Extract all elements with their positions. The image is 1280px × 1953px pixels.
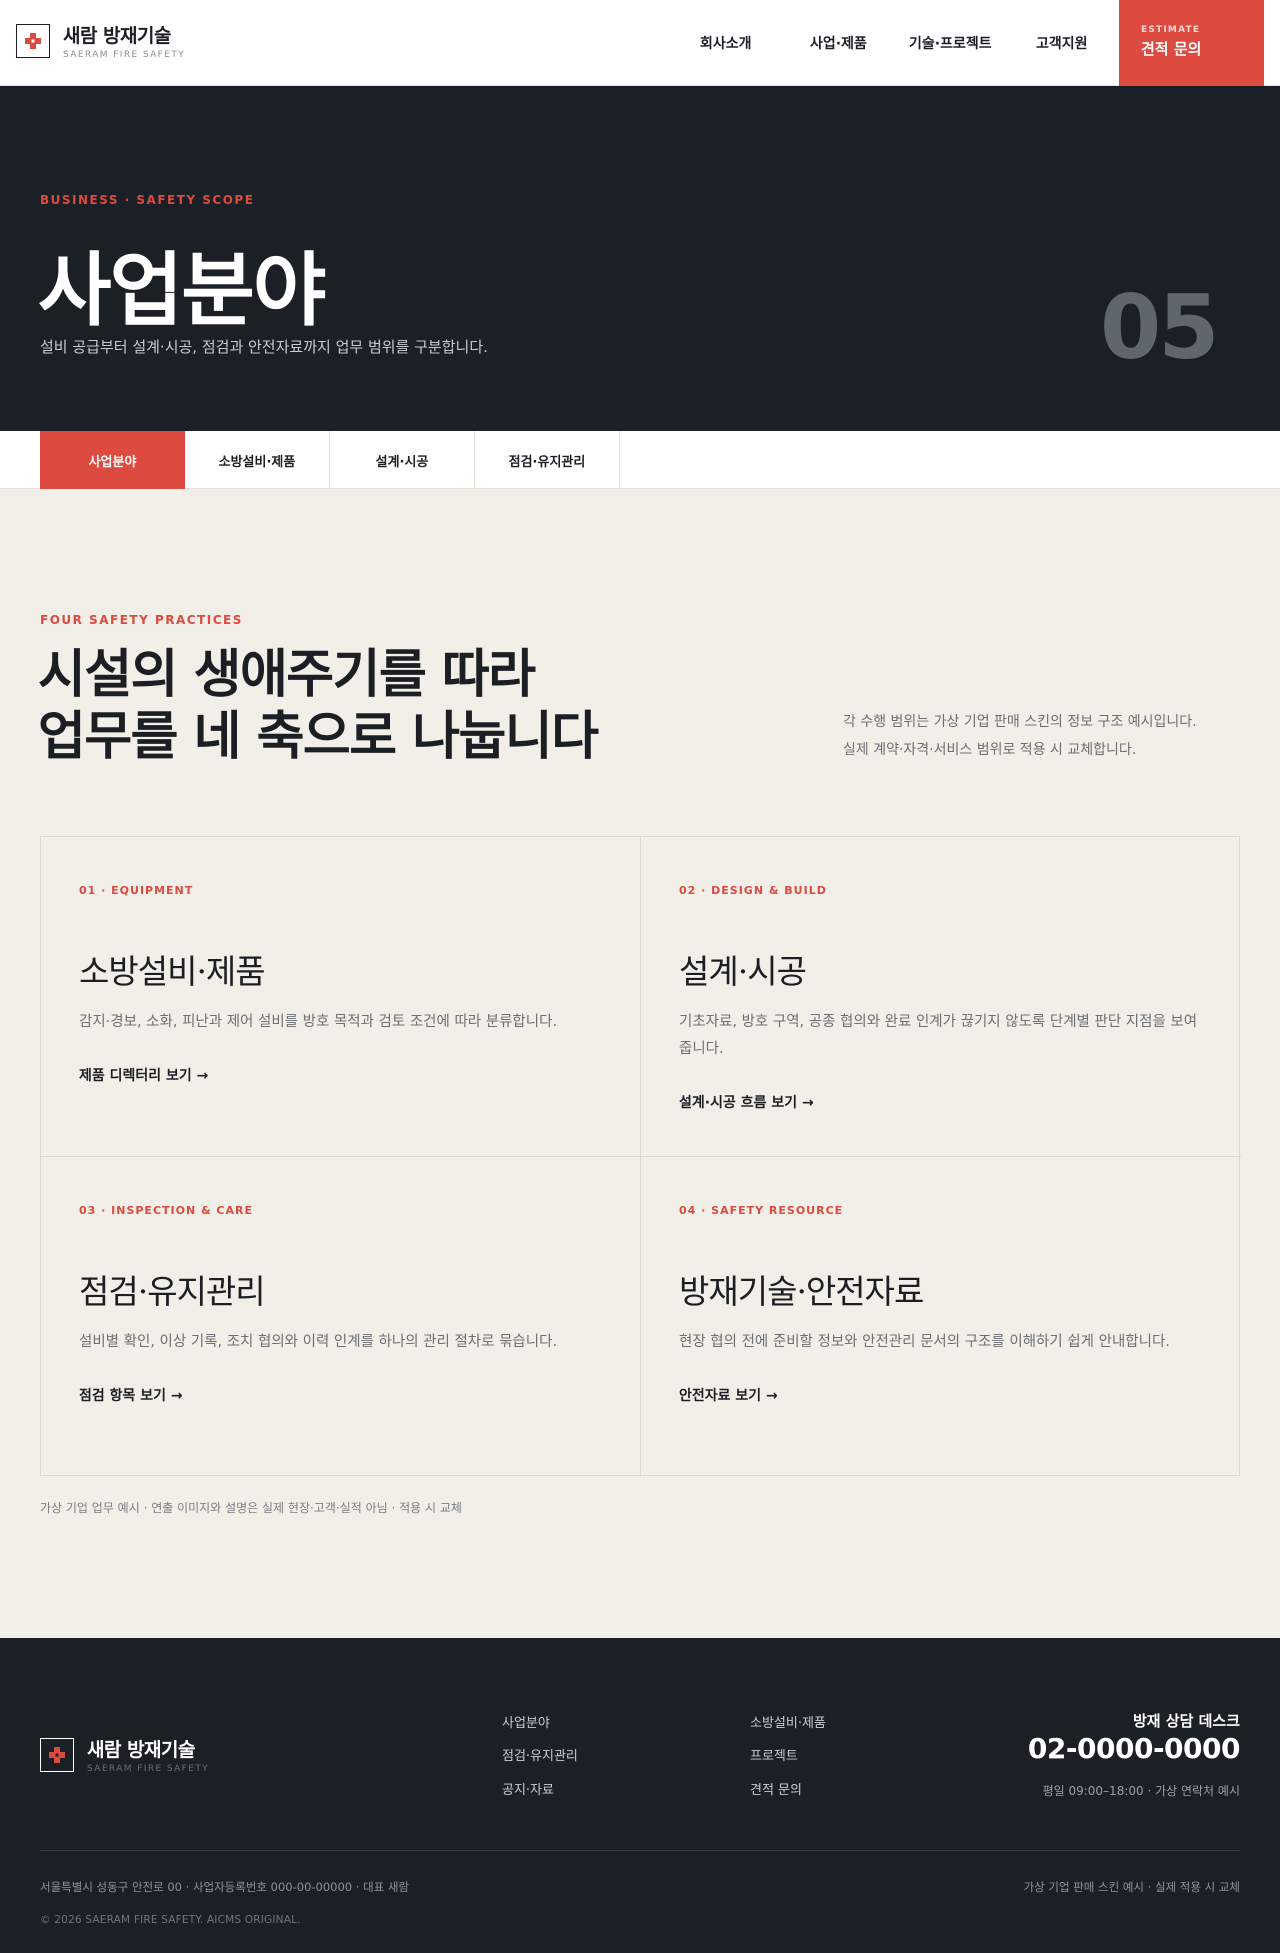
card-description: 기초자료, 방호 구역, 공종 협의와 완료 인계가 끊기지 않도록 단계별 판… [679,1014,1198,1057]
logo-icon[interactable] [16,24,50,58]
sub-navigation-tabs: 사업분야 소방설비·제품 설계·시공 점검·유지관리 [0,431,1280,489]
section-title: 시설의 생애주기를 따라 업무를 네 축으로 나눕니다 [38,644,599,768]
footer-link-business-area[interactable]: 사업분야 [502,1712,550,1731]
inspection-items-link[interactable]: 점검 항목 보기 → [79,1385,183,1405]
consult-phone-number[interactable]: 02-0000-0000 [1028,1732,1241,1765]
footer-logo-title[interactable]: 새람 방재기술 [87,1735,196,1762]
tab-business-area[interactable]: 사업분야 [40,431,185,489]
safety-resource-link[interactable]: 안전자료 보기 → [679,1385,778,1405]
footer-link-notices[interactable]: 공지·자료 [502,1779,554,1798]
card-title: 설계·시공 [679,952,807,991]
tab-design-build[interactable]: 설계·시공 [330,431,475,489]
card-title: 방재기술·안전자료 [679,1272,924,1311]
design-build-flow-link[interactable]: 설계·시공 흐름 보기 → [679,1092,814,1112]
section-eyebrow: FOUR SAFETY PRACTICES [40,613,243,627]
nav-item-company[interactable]: 회사소개 [700,0,752,86]
consult-hours: 평일 09:00–18:00 · 가상 연락처 예시 [1042,1784,1240,1798]
practice-card-grid: 01 · EQUIPMENT 소방설비·제품 감지·경보, 소화, 피난과 제어… [40,836,1241,1477]
disclaimer-note: 가상 기업 업무 예시 · 연출 이미지와 설명은 실제 현장·고객·실적 아님… [40,1501,462,1515]
card-title: 점검·유지관리 [79,1272,266,1311]
section-title-line-2: 업무를 네 축으로 나눕니다 [38,706,599,767]
footer-logo-icon[interactable] [40,1738,74,1772]
hero-section-number: 05 [1100,276,1219,379]
card-eyebrow: 03 · INSPECTION & CARE [79,1204,253,1217]
card-eyebrow: 02 · DESIGN & BUILD [679,884,827,897]
footer-link-estimate[interactable]: 견적 문의 [750,1779,802,1798]
copyright: © 2026 SAERAM FIRE SAFETY. AICMS ORIGINA… [40,1914,301,1926]
site-header: 새람 방재기술 SAERAM FIRE SAFETY 회사소개 사업·제품 기술… [0,0,1280,86]
footer-link-projects[interactable]: 프로젝트 [750,1745,798,1764]
hero-eyebrow: BUSINESS · SAFETY SCOPE [40,193,255,207]
footer-skin-note: 가상 기업 판매 스킨 예시 · 실제 적용 시 교체 [1023,1880,1240,1894]
section-description-line-1: 각 수행 범위는 가상 기업 판매 스킨의 정보 구조 예시입니다. [843,714,1197,730]
estimate-button-caption: ESTIMATE [1141,25,1201,35]
card-description: 현장 협의 전에 준비할 정보와 안전관리 문서의 구조를 이해하기 쉽게 안내… [679,1334,1170,1350]
tab-equipment[interactable]: 소방설비·제품 [185,431,330,489]
card-eyebrow: 01 · EQUIPMENT [79,884,194,897]
tab-inspection[interactable]: 점검·유지관리 [475,431,620,489]
footer-link-inspection[interactable]: 점검·유지관리 [502,1745,578,1764]
section-description: 각 수행 범위는 가상 기업 판매 스킨의 정보 구조 예시입니다. 실제 계약… [843,708,1197,764]
footer-divider [40,1850,1240,1851]
practice-card-equipment: 01 · EQUIPMENT 소방설비·제품 감지·경보, 소화, 피난과 제어… [41,837,641,1157]
section-title-line-1: 시설의 생애주기를 따라 [38,644,536,705]
consult-desk-title: 방재 상담 데스크 [1132,1712,1240,1730]
estimate-button[interactable]: ESTIMATE 견적 문의 [1119,0,1264,86]
logo-title[interactable]: 새람 방재기술 [63,21,172,48]
card-description: 감지·경보, 소화, 피난과 제어 설비를 방호 목적과 검토 조건에 따라 분… [79,1014,558,1030]
practice-card-safety-resource: 04 · SAFETY RESOURCE 방재기술·안전자료 현장 협의 전에 … [641,1157,1241,1477]
card-eyebrow: 04 · SAFETY RESOURCE [679,1204,844,1217]
equipment-directory-link[interactable]: 제품 디렉터리 보기 → [79,1065,208,1085]
nav-item-support[interactable]: 고객지원 [1036,0,1088,86]
company-address: 서울특별시 성동구 안전로 00 · 사업자등록번호 000-00-00000 … [40,1880,410,1894]
nav-item-technology[interactable]: 기술·프로젝트 [909,0,992,86]
card-title: 소방설비·제품 [79,952,266,991]
footer-link-equipment[interactable]: 소방설비·제품 [750,1712,826,1731]
page-hero: BUSINESS · SAFETY SCOPE 사업분야 설비 공급부터 설계·… [0,86,1280,431]
section-description-line-2: 실제 계약·자격·서비스 범위로 적용 시 교체합니다. [843,742,1137,758]
site-footer: 새람 방재기술 SAERAM FIRE SAFETY 사업분야 점검·유지관리 … [0,1638,1280,1953]
footer-logo-subtitle: SAERAM FIRE SAFETY [87,1764,210,1774]
card-description: 설비별 확인, 이상 기록, 조치 협의와 이력 인계를 하나의 관리 절차로 … [79,1334,558,1350]
page-title: 사업분야 [38,243,326,337]
logo-subtitle: SAERAM FIRE SAFETY [63,50,186,60]
hero-description: 설비 공급부터 설계·시공, 점검과 안전자료까지 업무 범위를 구분합니다. [40,338,488,356]
nav-item-business[interactable]: 사업·제품 [810,0,867,86]
practice-card-inspection: 03 · INSPECTION & CARE 점검·유지관리 설비별 확인, 이… [41,1157,641,1477]
estimate-button-label: 견적 문의 [1141,40,1202,58]
practice-card-design-build: 02 · DESIGN & BUILD 설계·시공 기초자료, 방호 구역, 공… [641,837,1241,1157]
